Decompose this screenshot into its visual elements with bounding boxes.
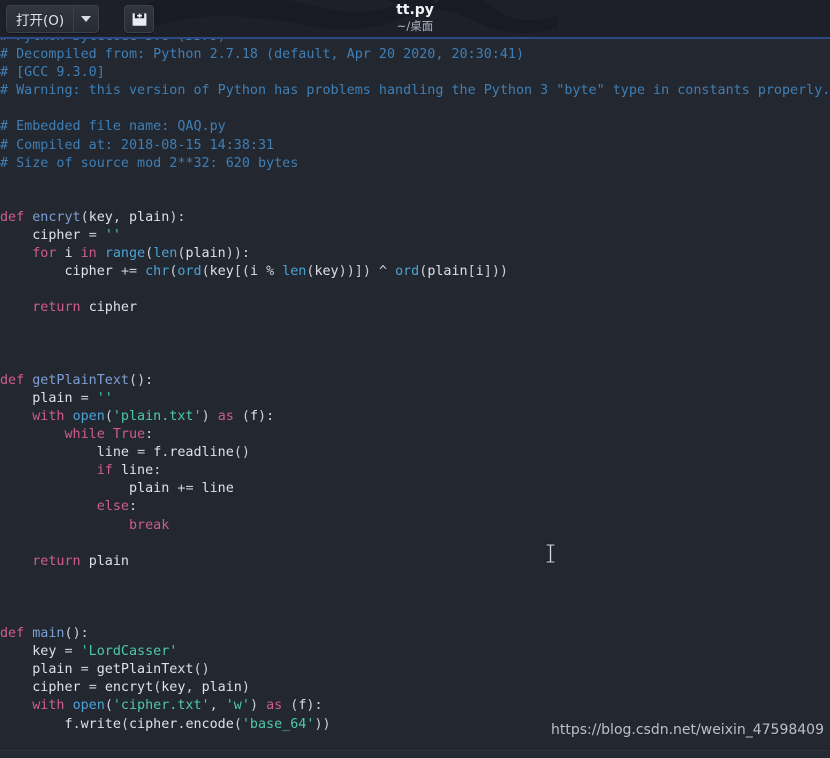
kali-dragon-icon	[140, 0, 558, 34]
status-strip	[0, 750, 830, 758]
save-button[interactable]	[124, 5, 154, 33]
titlebar: 打开(O) tt.py ~/桌面	[0, 0, 830, 39]
open-file-button[interactable]: 打开(O)	[7, 6, 74, 32]
open-recent-dropdown-button[interactable]	[73, 6, 99, 32]
chevron-down-icon	[81, 16, 92, 22]
source-code[interactable]: # Python bytecode 3.8 (3379)# Decompiled…	[0, 39, 830, 758]
save-floppy-icon	[132, 12, 146, 26]
code-editor[interactable]: # Python bytecode 3.8 (3379)# Decompiled…	[0, 39, 830, 758]
open-file-button-group[interactable]: 打开(O)	[6, 5, 100, 33]
